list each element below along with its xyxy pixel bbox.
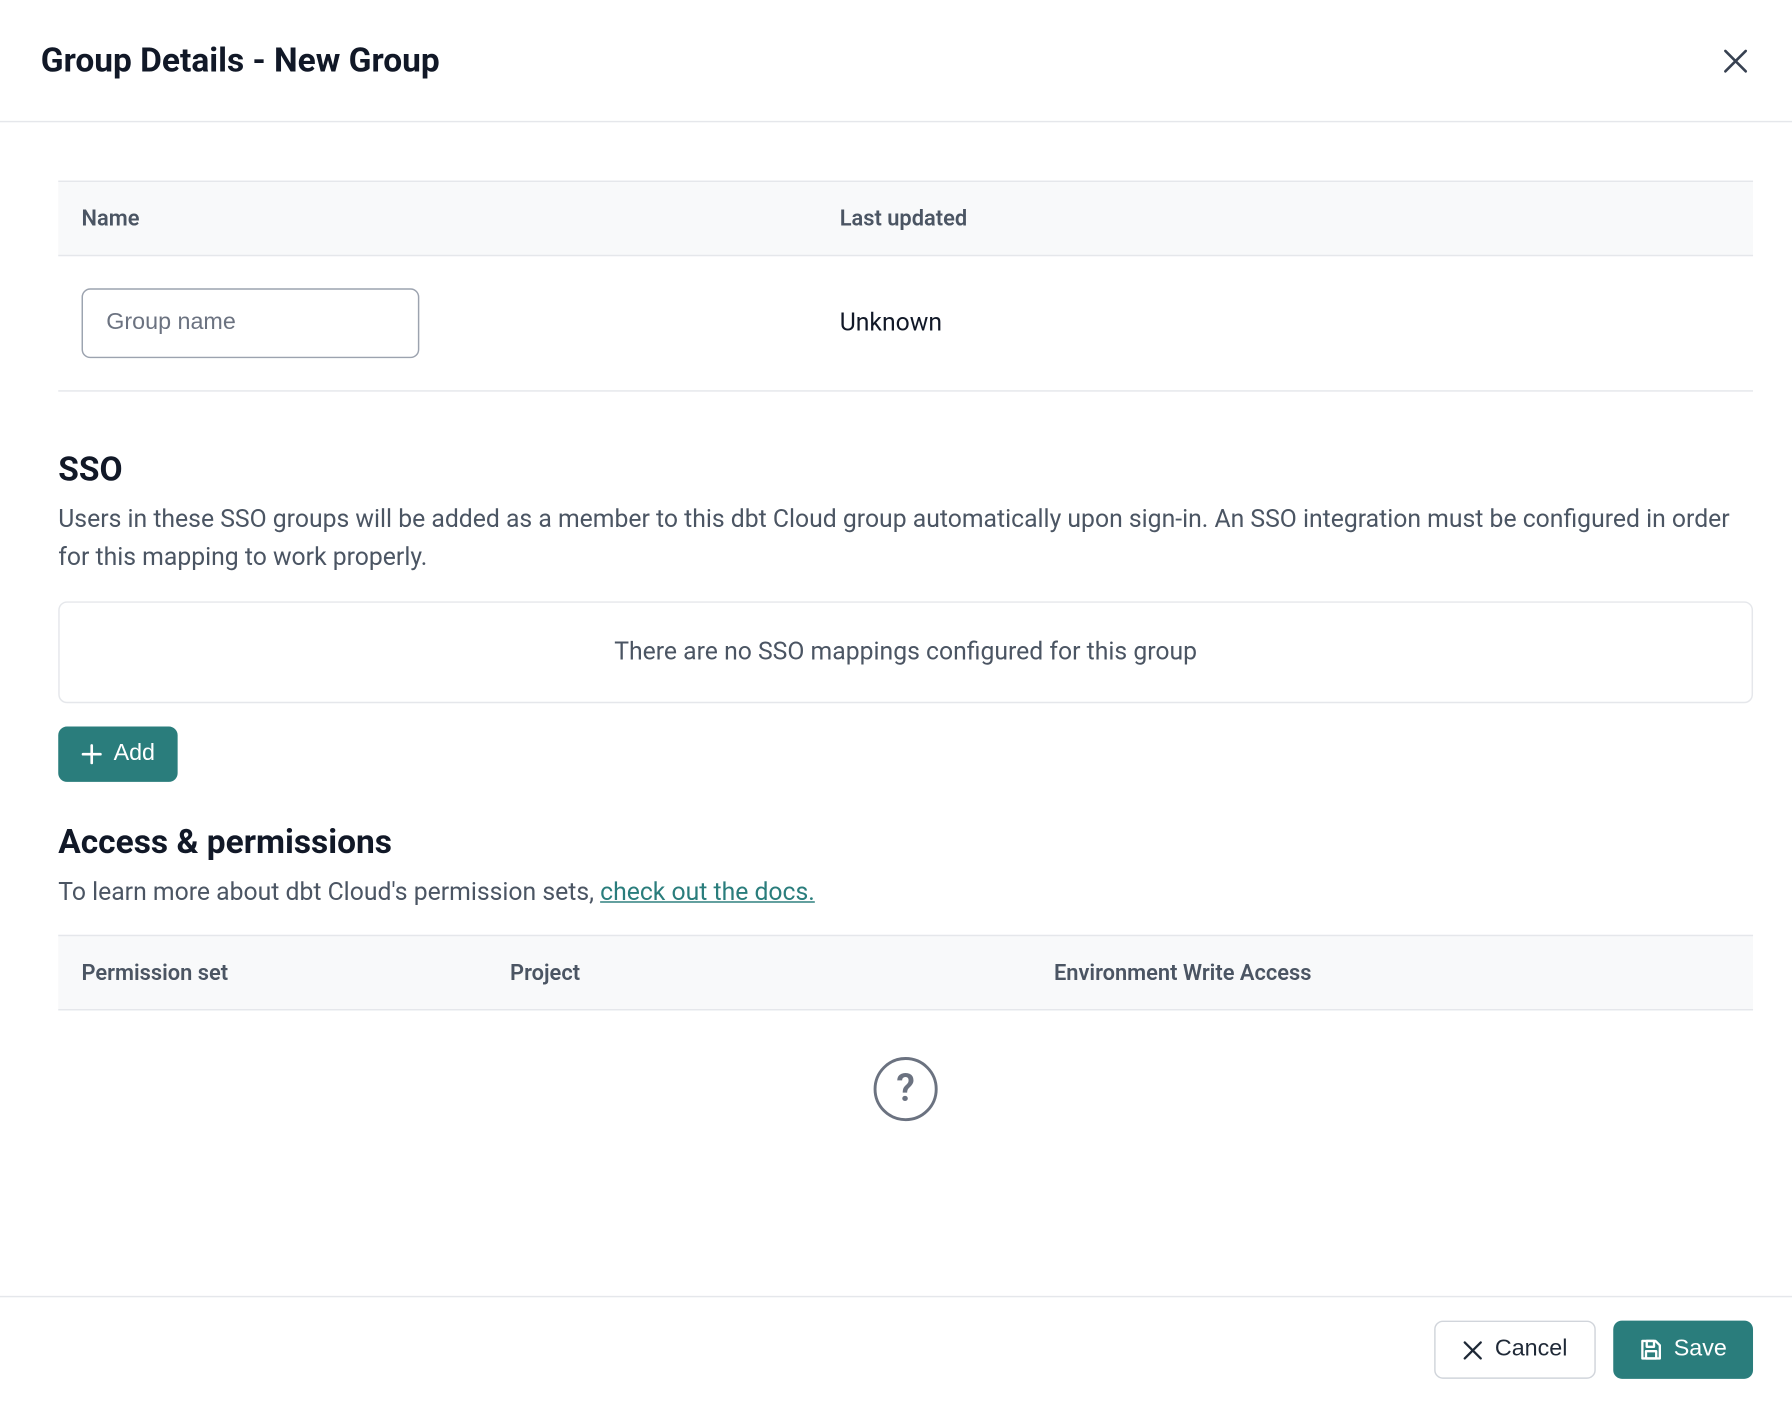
permissions-title: Access & permissions	[58, 822, 1753, 861]
sso-description: Users in these SSO groups will be added …	[58, 501, 1753, 578]
plus-icon	[82, 744, 102, 764]
permission-set-header: Permission set	[82, 960, 511, 986]
updated-header-label: Last updated	[840, 205, 1730, 231]
cancel-label: Cancel	[1495, 1337, 1568, 1363]
close-icon	[1721, 46, 1750, 75]
name-header-label: Name	[82, 205, 840, 231]
add-sso-label: Add	[114, 741, 155, 767]
name-table-row: Unknown	[58, 256, 1753, 390]
name-table: Name Last updated Unknown	[58, 181, 1753, 392]
permissions-empty-state: ?	[58, 1011, 1753, 1122]
permissions-section: Access & permissions To learn more about…	[58, 822, 1753, 1121]
sso-empty-state: There are no SSO mappings configured for…	[58, 601, 1753, 703]
permissions-table-header: Permission set Project Environment Write…	[58, 935, 1753, 1011]
question-icon: ?	[874, 1057, 938, 1121]
save-label: Save	[1674, 1337, 1727, 1363]
modal-header: Group Details - New Group	[0, 0, 1792, 122]
docs-link[interactable]: check out the docs.	[600, 878, 815, 907]
modal-title: Group Details - New Group	[41, 41, 440, 80]
save-button[interactable]: Save	[1613, 1321, 1753, 1379]
modal-footer: Cancel Save	[0, 1296, 1792, 1402]
last-updated-value: Unknown	[840, 309, 942, 338]
project-header: Project	[510, 960, 1054, 986]
name-table-header: Name Last updated	[58, 182, 1753, 256]
permissions-desc-prefix: To learn more about dbt Cloud's permissi…	[58, 878, 600, 907]
add-sso-button[interactable]: Add	[58, 726, 178, 781]
env-access-header: Environment Write Access	[1054, 960, 1730, 986]
cancel-x-icon	[1461, 1339, 1483, 1361]
sso-section: SSO Users in these SSO groups will be ad…	[58, 450, 1753, 782]
save-icon	[1639, 1338, 1662, 1361]
permissions-description: To learn more about dbt Cloud's permissi…	[58, 873, 1753, 911]
close-button[interactable]	[1718, 43, 1753, 78]
sso-title: SSO	[58, 450, 1753, 489]
modal-body: Name Last updated Unknown SSO Users in t…	[0, 122, 1792, 1266]
group-details-modal: Group Details - New Group Name Last upda…	[0, 0, 1792, 1402]
cancel-button[interactable]: Cancel	[1434, 1321, 1595, 1379]
group-name-input[interactable]	[82, 288, 420, 358]
